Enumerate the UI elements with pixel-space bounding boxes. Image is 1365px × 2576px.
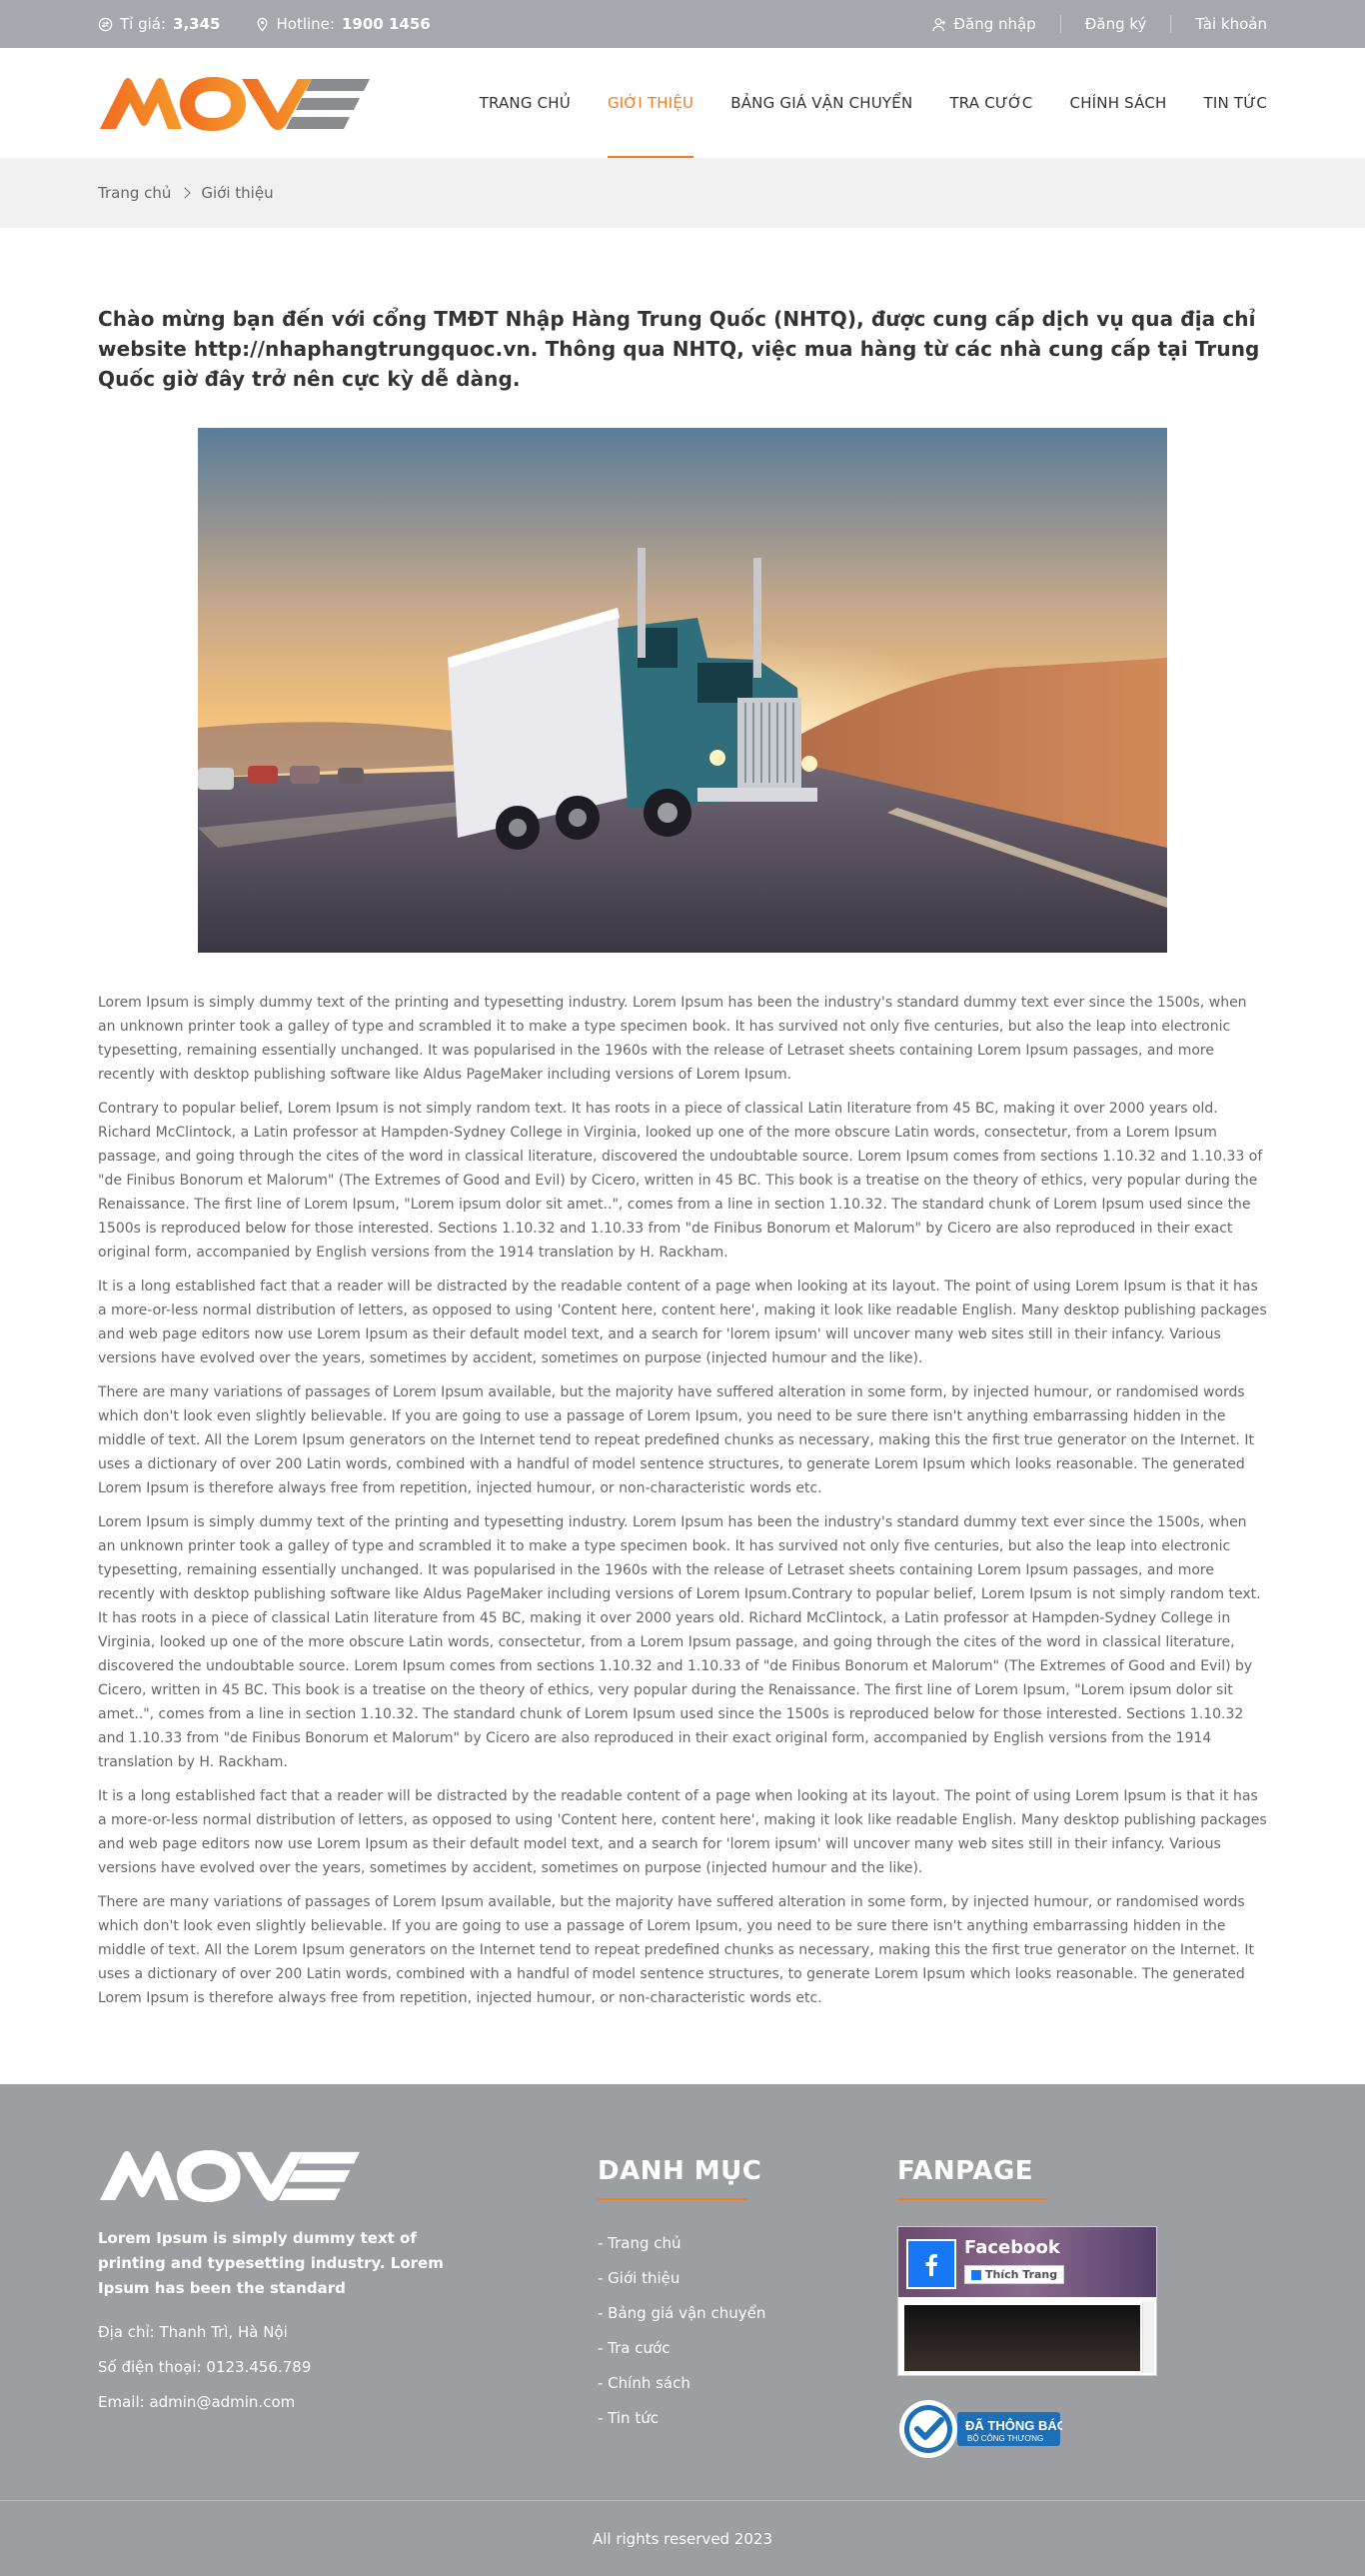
login-label: Đăng nhập [953,15,1036,33]
widget-scrollbar[interactable] [1142,2301,1154,2373]
breadcrumb: Trang chủ Giới thiệu [0,158,1365,228]
user-icon [932,17,946,31]
hotline-value[interactable]: 1900 1456 [342,15,431,33]
site-header: TRANG CHỦ GIỚI THIỆU BẢNG GIÁ VẬN CHUYỂN… [0,48,1365,158]
top-bar: Tỉ giá: 3,345 Hotline: 1900 1456 Đăng nh… [0,0,1365,48]
footer-link-tracking[interactable]: - Tra cước [598,2331,897,2366]
footer-phone[interactable]: Số điện thoại: 0123.456.789 [98,2350,598,2385]
body-paragraph: There are many variations of passages of… [98,1384,1254,1496]
footer-about: Lorem Ipsum is simply dummy text of prin… [98,2146,598,2460]
nav-shipping-rates[interactable]: BẢNG GIÁ VẬN CHUYỂN [730,48,912,158]
nav-about[interactable]: GIỚI THIỆU [607,48,694,158]
bct-verified-badge[interactable]: ĐÃ THÔNG BÁO BỘ CÔNG THƯƠNG [897,2398,1062,2460]
register-link[interactable]: Đăng ký [1061,15,1172,33]
currency-icon [98,17,113,31]
badge-title: ĐÃ THÔNG BÁO [965,2418,1062,2433]
facebook-like-label: Thích Trang [985,2268,1058,2281]
footer-menu-title: DANH MỤC [598,2146,897,2200]
body-paragraph: It is a long established fact that a rea… [98,1279,1267,1366]
footer-email[interactable]: Email: admin@admin.com [98,2385,598,2420]
exchange-rate-label: Tỉ giá: [120,15,167,33]
footer-description: Lorem Ipsum is simply dummy text of prin… [98,2229,444,2297]
body-paragraph: Lorem Ipsum is simply dummy text of the … [98,995,1247,1083]
move-logo[interactable] [98,73,370,133]
body-paragraph: There are many variations of passages of… [98,1894,1254,2006]
breadcrumb-current: Giới thiệu [201,184,274,202]
facebook-page-name[interactable]: Facebook [964,2237,1060,2258]
login-link[interactable]: Đăng nhập [908,15,1061,33]
footer-address: Địa chỉ: Thanh Trì, Hà Nội [98,2323,288,2341]
account-link[interactable]: Tài khoản [1171,15,1267,33]
footer-link-home[interactable]: - Trang chủ [598,2226,897,2261]
facebook-video-preview[interactable] [904,2305,1140,2371]
facebook-icon [906,2239,956,2289]
main-nav: TRANG CHỦ GIỚI THIỆU BẢNG GIÁ VẬN CHUYỂN… [480,48,1267,158]
copyright: All rights reserved 2023 [0,2500,1365,2576]
nav-home[interactable]: TRANG CHỦ [480,48,571,158]
body-paragraph: Contrary to popular belief, Lorem Ipsum … [98,1101,1263,1261]
main-content: Chào mừng bạn đến với cổng TMĐT Nhập Hàn… [0,228,1365,2084]
facebook-page-widget[interactable]: Facebook Thích Trang [897,2226,1157,2376]
intro-text: Chào mừng bạn đến với cổng TMĐT Nhập Hàn… [98,307,1260,391]
footer-move-logo[interactable] [98,2146,360,2204]
footer-fanpage: FANPAGE Facebook Thích Trang ĐÃ THÔNG BÁ… [897,2146,1197,2460]
footer-link-shipping-rates[interactable]: - Bảng giá vận chuyển [598,2296,897,2331]
hotline: Hotline: 1900 1456 [255,15,431,33]
breadcrumb-home[interactable]: Trang chủ [98,184,171,202]
body-paragraph: Lorem Ipsum is simply dummy text of the … [98,1514,1261,1770]
footer-link-news[interactable]: - Tin tức [598,2401,897,2436]
hotline-label: Hotline: [276,15,335,33]
footer-fanpage-title: FANPAGE [897,2146,1197,2200]
badge-subtitle: BỘ CÔNG THƯƠNG [967,2434,1043,2443]
facebook-small-icon [971,2269,981,2280]
exchange-rate: Tỉ giá: 3,345 [98,15,221,33]
nav-policy[interactable]: CHÍNH SÁCH [1070,48,1167,158]
footer-menu: DANH MỤC - Trang chủ - Giới thiệu - Bảng… [598,2146,897,2460]
body-paragraph: It is a long established fact that a rea… [98,1788,1267,1876]
truck-hero-image [198,428,1167,953]
footer-link-about[interactable]: - Giới thiệu [598,2261,897,2296]
nav-tracking[interactable]: TRA CƯỚC [949,48,1032,158]
facebook-like-button[interactable]: Thích Trang [964,2265,1065,2284]
site-footer: Lorem Ipsum is simply dummy text of prin… [0,2084,1365,2576]
location-pin-icon [257,17,267,32]
footer-link-policy[interactable]: - Chính sách [598,2366,897,2401]
chevron-right-icon [179,187,192,199]
exchange-rate-value: 3,345 [173,15,221,33]
facebook-banner: Facebook Thích Trang [898,2227,1156,2297]
nav-news[interactable]: TIN TỨC [1204,48,1267,158]
